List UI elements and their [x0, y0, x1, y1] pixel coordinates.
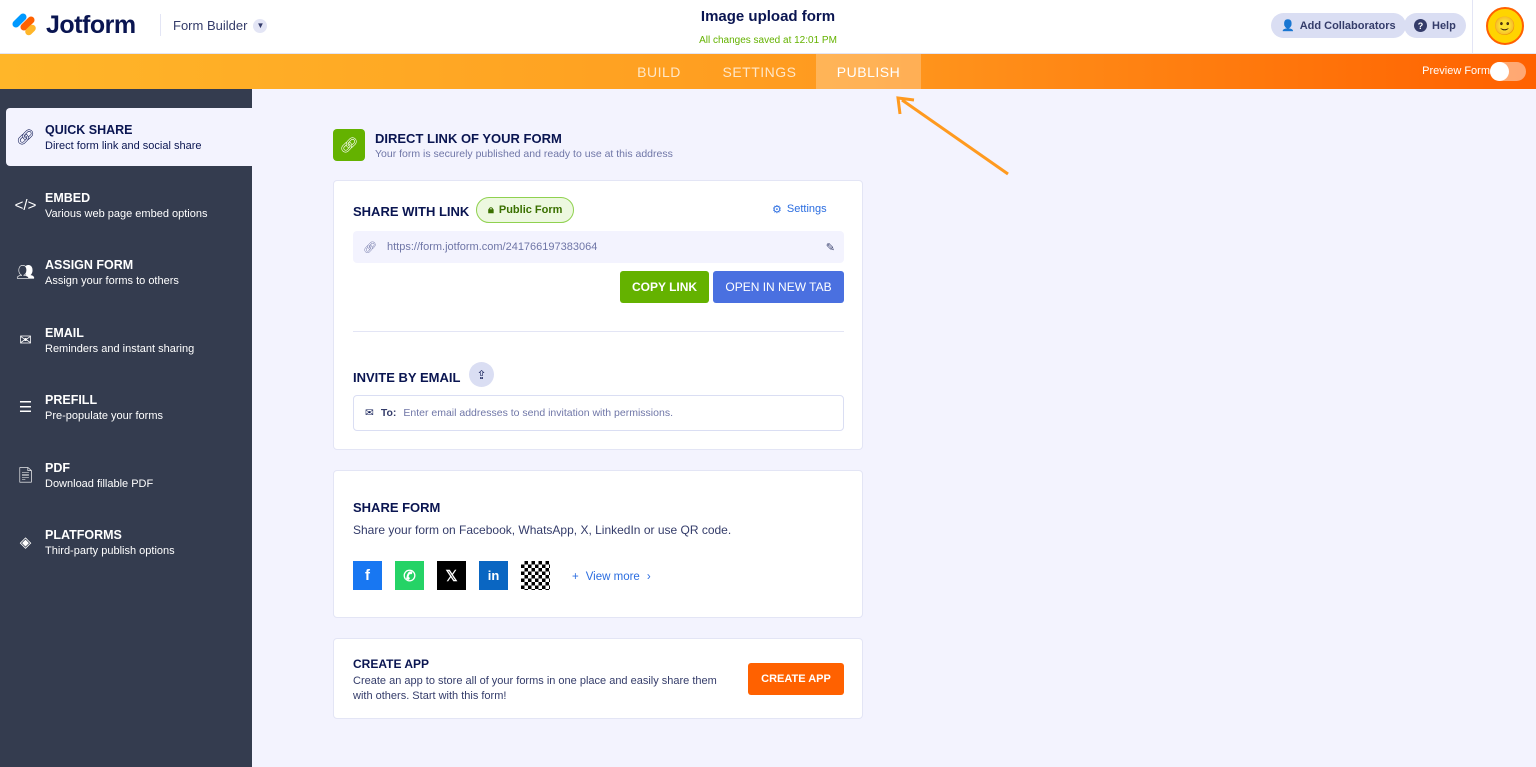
- sidebar: 🔗︎ QUICK SHARE Direct form link and social…: [0, 89, 252, 767]
- view-more-label: View more: [585, 571, 640, 583]
- sidebar-item-title: ASSIGN FORM: [45, 257, 134, 272]
- qr-code-icon[interactable]: [521, 561, 550, 590]
- sidebar-item-title: PLATFORMS: [45, 527, 122, 542]
- code-icon: </>: [14, 196, 37, 214]
- form-url-field[interactable]: 🔗︎ https://form.jotform.com/2417661973830…: [353, 231, 844, 263]
- settings-link[interactable]: ⚙ Settings: [772, 203, 827, 216]
- sidebar-item-desc: Pre-populate your forms: [45, 409, 163, 422]
- pdf-icon: 📄︎: [15, 467, 36, 484]
- sidebar-item-desc: Reminders and instant sharing: [45, 342, 195, 355]
- preview-form-toggle[interactable]: [1490, 62, 1526, 81]
- invite-by-email-title: INVITE BY EMAIL: [353, 370, 461, 385]
- pencil-icon[interactable]: ✎: [826, 241, 835, 254]
- divider: [1472, 0, 1473, 54]
- form-url: https://form.jotform.com/241766197383064: [387, 241, 598, 253]
- share-link-card: SHARE WITH LINK 🔒︎ Public Form ⚙ Settings …: [333, 180, 863, 450]
- view-more-link[interactable]: + View more ›: [572, 571, 651, 583]
- linkedin-icon[interactable]: in: [479, 561, 508, 590]
- create-app-desc: Create an app to store all of your forms…: [353, 675, 717, 702]
- annotation-arrow: [896, 96, 1009, 176]
- email-placeholder: Enter email addresses to send invitation…: [403, 407, 673, 419]
- sidebar-item-desc: Various web page embed options: [45, 207, 208, 220]
- tab-settings[interactable]: SETTINGS: [708, 54, 811, 89]
- share-with-link-title: SHARE WITH LINK: [353, 204, 470, 219]
- badge-label: Public Form: [498, 204, 563, 216]
- users-icon: 👥︎: [15, 264, 36, 281]
- share-form-card: SHARE FORM Share your form on Facebook, …: [333, 470, 863, 618]
- share-form-desc: Share your form on Facebook, WhatsApp, X…: [353, 523, 732, 537]
- user-icon: 👤: [1281, 20, 1295, 32]
- upload-icon[interactable]: ⇪: [469, 362, 494, 387]
- email-input[interactable]: ✉ To: Enter email addresses to send invita…: [353, 395, 844, 431]
- envelope-icon: ✉: [365, 407, 374, 419]
- sidebar-item-desc: Third-party publish options: [45, 544, 175, 557]
- sidebar-item-desc: Download fillable PDF: [45, 477, 154, 490]
- sidebar-item-desc: Assign your forms to others: [45, 274, 179, 287]
- tab-publish[interactable]: PUBLISH: [816, 54, 921, 89]
- open-new-tab-button[interactable]: OPEN IN NEW TAB: [713, 271, 844, 303]
- help-label: Help: [1432, 19, 1456, 32]
- plus-icon: +: [572, 571, 579, 583]
- facebook-icon[interactable]: f: [353, 561, 382, 590]
- public-form-badge[interactable]: 🔒︎ Public Form: [476, 197, 575, 223]
- create-app-card: CREATE APP Create an app to store all of…: [333, 638, 863, 719]
- sidebar-item-platforms[interactable]: ◈ PLATFORMS Third-party publish options: [6, 513, 252, 571]
- sidebar-item-title: EMBED: [45, 190, 91, 205]
- sidebar-item-title: QUICK SHARE: [45, 122, 133, 137]
- link-icon: 🔗︎: [363, 241, 377, 254]
- gear-icon: ⚙: [772, 204, 782, 216]
- direct-link-desc: Your form is securely published and read…: [375, 148, 673, 160]
- settings-label: Settings: [786, 203, 827, 215]
- link-icon: 🔗︎: [333, 129, 365, 161]
- add-collaborators-label: Add Collaborators: [1299, 19, 1396, 32]
- prefill-icon: ☰: [18, 399, 33, 416]
- sidebar-item-embed[interactable]: </> EMBED Various web page embed options: [6, 176, 252, 234]
- preview-form-label: Preview Form: [1422, 65, 1490, 77]
- sidebar-item-prefill[interactable]: ☰ PREFILL Pre-populate your forms: [6, 378, 252, 436]
- direct-link-title: DIRECT LINK OF YOUR FORM: [375, 131, 562, 146]
- sidebar-item-title: EMAIL: [45, 325, 84, 340]
- sidebar-item-title: PDF: [45, 460, 70, 475]
- whatsapp-icon[interactable]: ✆: [395, 561, 424, 590]
- add-collaborators-button[interactable]: 👤 Add Collaborators: [1271, 13, 1406, 38]
- top-header: Jotform Form Builder ▼ Image upload form …: [0, 0, 1536, 54]
- avatar[interactable]: 🙂: [1486, 7, 1524, 45]
- create-app-button[interactable]: CREATE APP: [748, 663, 844, 695]
- chevron-right-icon: ›: [646, 571, 651, 583]
- sidebar-item-quick-share[interactable]: 🔗︎ QUICK SHARE Direct form link and social…: [6, 108, 252, 166]
- sidebar-item-desc: Direct form link and social share: [45, 139, 202, 152]
- lock-icon: 🔒︎: [488, 203, 494, 216]
- envelope-icon: ✉: [19, 332, 32, 349]
- x-icon[interactable]: 𝕏: [437, 561, 466, 590]
- tab-build[interactable]: BUILD: [620, 54, 698, 89]
- divider: [353, 331, 844, 332]
- sidebar-item-email[interactable]: ✉ EMAIL Reminders and instant sharing: [6, 311, 252, 369]
- sidebar-item-title: PREFILL: [45, 392, 98, 407]
- layers-icon: ◈: [19, 534, 32, 551]
- share-form-title: SHARE FORM: [353, 500, 441, 515]
- sidebar-item-assign-form[interactable]: 👥︎ ASSIGN FORM Assign your forms to others: [6, 243, 252, 301]
- create-app-title: CREATE APP: [353, 657, 430, 671]
- help-button[interactable]: ? Help: [1404, 13, 1466, 38]
- copy-link-button[interactable]: COPY LINK: [620, 271, 709, 303]
- link-icon: 🔗︎: [15, 129, 36, 146]
- to-label: To:: [380, 407, 397, 419]
- sidebar-item-pdf[interactable]: 📄︎ PDF Download fillable PDF: [6, 446, 252, 504]
- help-icon: ?: [1414, 19, 1427, 32]
- nav-bar: BUILD SETTINGS PUBLISH Preview Form: [0, 54, 1536, 89]
